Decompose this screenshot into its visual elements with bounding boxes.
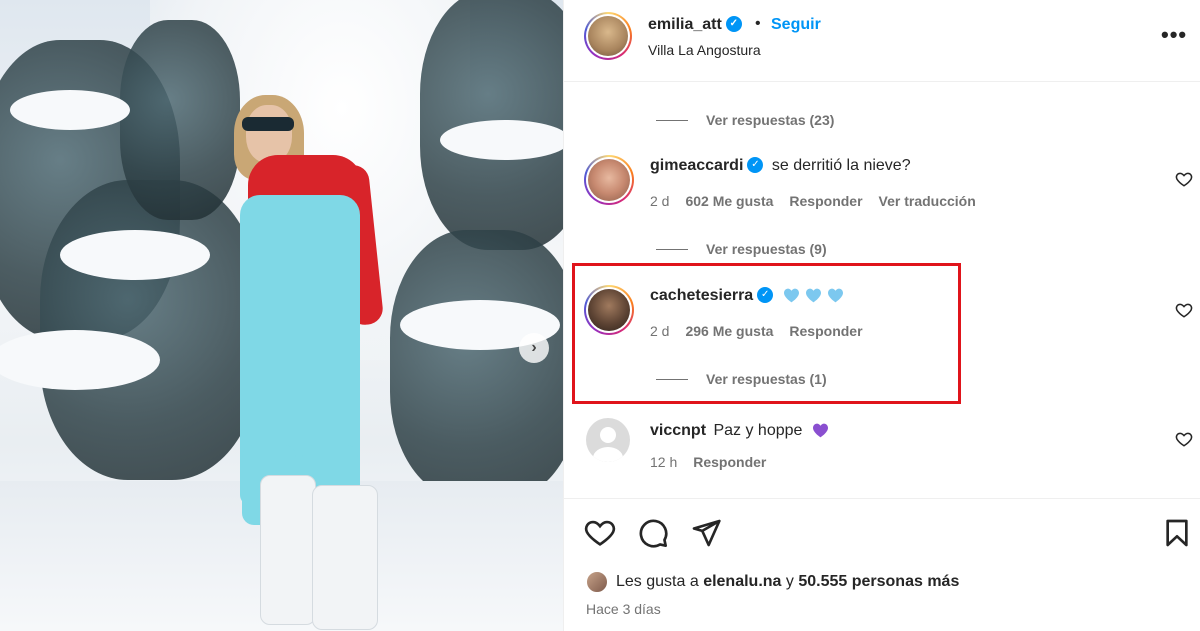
like-heart-icon[interactable] [584, 517, 616, 549]
author-username-text[interactable]: emilia_att [648, 16, 722, 33]
comment-text: viccnpt Paz y hoppe [650, 422, 829, 440]
post-photo[interactable]: › [0, 0, 563, 631]
photo-tree [390, 230, 563, 500]
replies-divider [656, 119, 688, 121]
follow-button[interactable]: Seguir [771, 16, 821, 34]
default-avatar-icon [593, 427, 623, 462]
view-replies-button[interactable]: Ver respuestas (23) [656, 112, 834, 128]
next-photo-button[interactable]: › [519, 333, 549, 363]
commenter-username[interactable]: cachetesierra [650, 287, 753, 304]
photo-snow [60, 230, 210, 280]
like-comment-heart-icon[interactable] [1175, 170, 1193, 188]
verified-icon: ✓ [725, 15, 742, 32]
likes-count[interactable]: 50.555 personas más [798, 573, 959, 591]
person-sunglasses [242, 117, 294, 131]
comment-time[interactable]: 2 d [650, 193, 669, 209]
purple-heart-icon [812, 423, 828, 438]
author-username[interactable]: emilia_att ✓ [648, 15, 742, 34]
more-options-icon[interactable]: ••• [1161, 22, 1187, 48]
author-avatar[interactable] [584, 12, 632, 60]
likes-summary: Les gusta a elenalu.na y 50.555 personas… [586, 571, 959, 593]
likes-join: y [785, 573, 794, 590]
commenter-avatar[interactable] [584, 155, 634, 205]
view-replies-button[interactable]: Ver respuestas (1) [656, 371, 827, 387]
likes-prefix: Les gusta a [616, 573, 699, 590]
light-blue-heart-icon [783, 288, 799, 303]
comment-content: se derritió la nieve? [771, 157, 911, 174]
like-comment-heart-icon[interactable] [1175, 430, 1193, 448]
comment-likes[interactable]: 296 Me gusta [685, 323, 773, 339]
comment-text: cachetesierra ✓ [650, 286, 844, 305]
post-actions: Les gusta a elenalu.na y 50.555 personas… [564, 498, 1200, 631]
light-blue-heart-icon [805, 288, 821, 303]
reply-button[interactable]: Responder [789, 193, 862, 209]
comment-meta: 2 d 296 Me gusta Responder [650, 323, 863, 339]
reply-button[interactable]: Responder [789, 323, 862, 339]
comment-text: gimeaccardi ✓ se derritió la nieve? [650, 156, 911, 175]
view-replies-label[interactable]: Ver respuestas (9) [706, 241, 827, 257]
commenter-avatar[interactable] [586, 418, 630, 462]
comment-meta: 12 h Responder [650, 454, 766, 470]
reply-button[interactable]: Responder [693, 454, 766, 470]
comment-time[interactable]: 12 h [650, 454, 677, 470]
photo-snow [440, 120, 563, 160]
view-replies-button[interactable]: Ver respuestas (9) [656, 241, 827, 257]
commenter-username[interactable]: viccnpt [650, 422, 706, 439]
post-time-ago[interactable]: Hace 3 días [586, 601, 661, 617]
comments-list[interactable]: Ver respuestas (23) gimeaccardi ✓ se derr… [564, 82, 1200, 498]
replies-divider [656, 248, 688, 250]
photo-person [230, 85, 390, 630]
save-bookmark-icon[interactable] [1161, 517, 1193, 549]
translate-button[interactable]: Ver traducción [879, 193, 976, 209]
commenter-avatar[interactable] [584, 285, 634, 335]
liker-avatar[interactable] [586, 571, 608, 593]
like-comment-heart-icon[interactable] [1175, 301, 1193, 319]
light-blue-heart-icon [827, 288, 843, 303]
view-replies-label[interactable]: Ver respuestas (23) [706, 112, 834, 128]
header-separator: • [755, 15, 761, 32]
comment-meta: 2 d 602 Me gusta Responder Ver traducció… [650, 193, 976, 209]
verified-icon: ✓ [747, 156, 764, 173]
commenter-username[interactable]: gimeaccardi [650, 157, 743, 174]
comment-time[interactable]: 2 d [650, 323, 669, 339]
post-header: emilia_att ✓ • Seguir Villa La Angostura … [564, 0, 1200, 82]
post-panel: emilia_att ✓ • Seguir Villa La Angostura … [563, 0, 1200, 631]
verified-icon: ✓ [757, 286, 774, 303]
person-snow-boot [260, 475, 316, 625]
photo-snow [10, 90, 130, 130]
replies-divider [656, 378, 688, 380]
view-replies-label[interactable]: Ver respuestas (1) [706, 371, 827, 387]
person-snow-boot [312, 485, 378, 630]
comment-likes[interactable]: 602 Me gusta [685, 193, 773, 209]
comment-content: Paz y hoppe [713, 422, 803, 439]
share-send-icon[interactable] [690, 517, 722, 549]
post-location[interactable]: Villa La Angostura [648, 42, 761, 58]
liker-username[interactable]: elenalu.na [703, 573, 781, 591]
comment-bubble-icon[interactable] [637, 517, 669, 549]
photo-tree [120, 20, 240, 220]
